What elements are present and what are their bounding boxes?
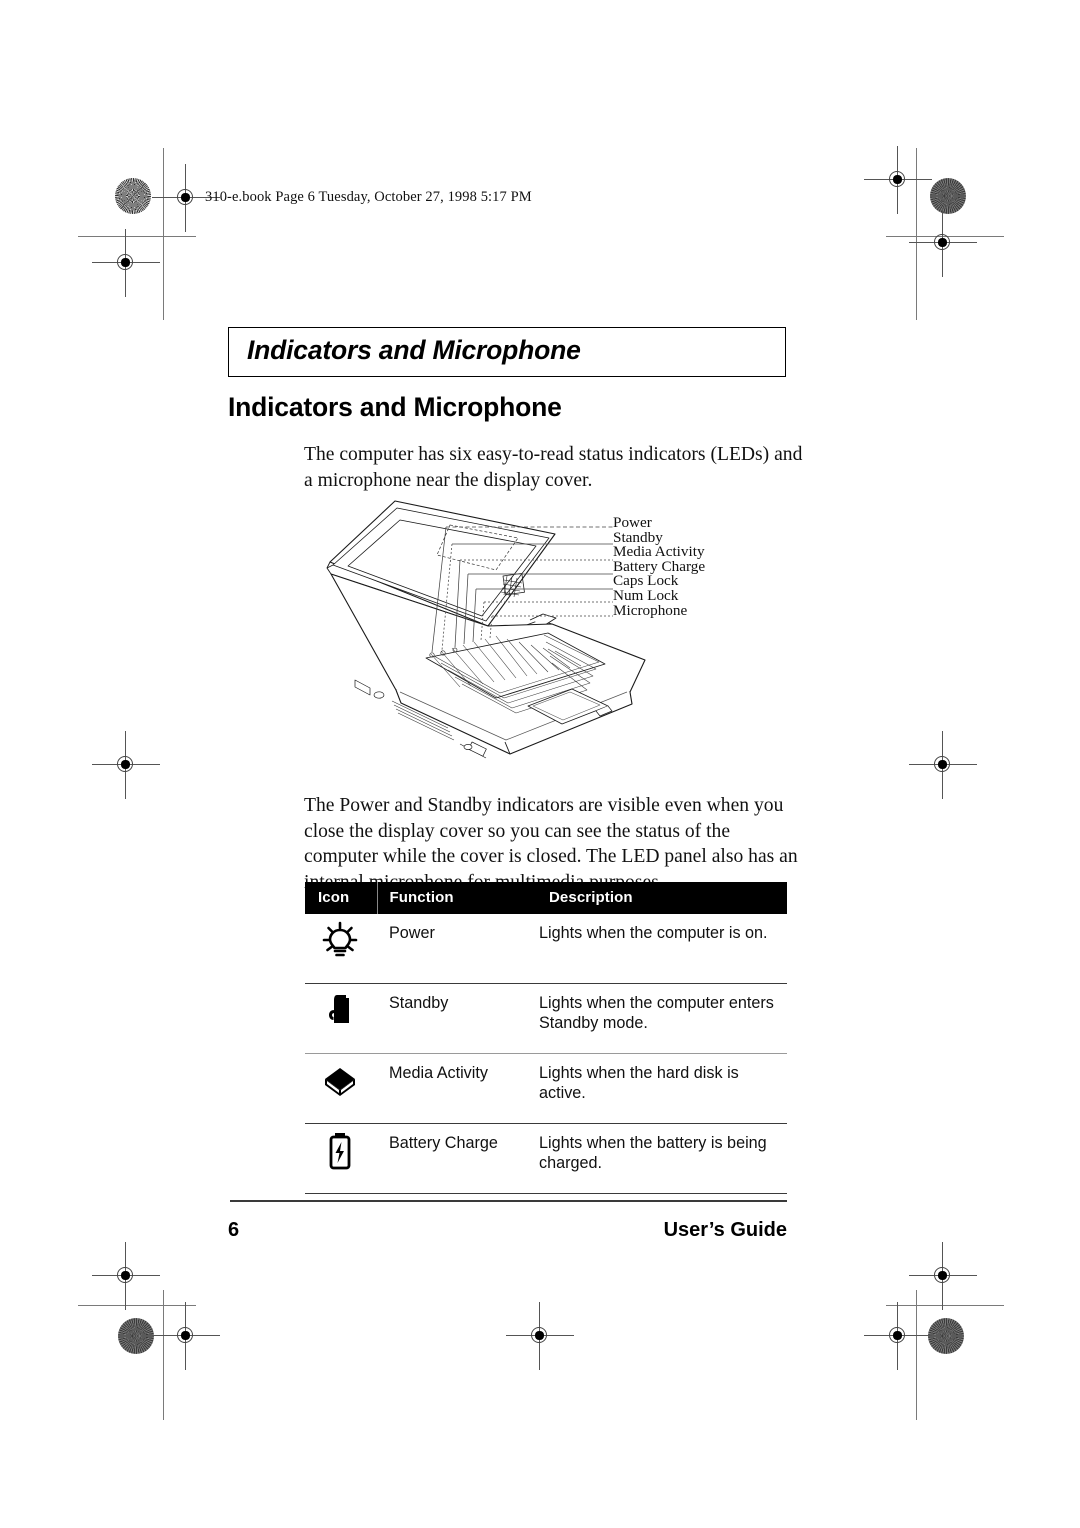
table-header-icon: Icon: [305, 882, 377, 914]
footer-divider: [230, 1200, 787, 1202]
table-row: Battery Charge Lights when the battery i…: [305, 1123, 787, 1194]
table-row: Standby Lights when the computer enters …: [305, 983, 787, 1054]
lightbulb-icon: [320, 920, 360, 962]
indicators-table: Icon Function Description Power Lights w…: [305, 882, 787, 1194]
description-cell: Lights when the computer enters Standby …: [537, 983, 787, 1054]
table-header-description: Description: [537, 882, 787, 914]
table-row: Power Lights when the computer is on.: [305, 914, 787, 984]
media-disk-icon: [320, 1060, 360, 1102]
function-cell: Media Activity: [377, 1053, 537, 1124]
icon-cell: [305, 983, 377, 1054]
table-row: Media Activity Lights when the hard disk…: [305, 1053, 787, 1124]
function-cell: Standby: [377, 983, 537, 1054]
icon-cell: [305, 914, 377, 984]
running-header-box: Indicators and Microphone: [228, 327, 786, 377]
callout-microphone: Microphone: [613, 601, 688, 619]
description-cell: Lights when the computer is on.: [537, 914, 787, 984]
icon-cell: [305, 1053, 377, 1124]
function-cell: Battery Charge: [377, 1123, 537, 1194]
function-cell: Power: [377, 914, 537, 984]
figure-callout-list: Power Standby Media Activity Battery Cha…: [613, 515, 793, 619]
running-header-text: Indicators and Microphone: [247, 335, 581, 365]
page-number: 6: [228, 1219, 240, 1241]
intro-paragraph: The computer has six easy-to-read status…: [304, 444, 803, 491]
battery-charge-icon: [320, 1130, 360, 1172]
guide-label: User’s Guide: [663, 1219, 787, 1241]
description-cell: Lights when the battery is being charged…: [537, 1123, 787, 1194]
icon-cell: [305, 1123, 377, 1194]
standby-moon-icon: [320, 990, 360, 1032]
description-cell: Lights when the hard disk is active.: [537, 1053, 787, 1124]
visibility-paragraph: The Power and Standby indicators are vis…: [304, 795, 798, 893]
table-header-row: Icon Function Description: [305, 882, 787, 914]
document-page: Indicators and Microphone Indicators and…: [0, 0, 1080, 1528]
table-header-function: Function: [376, 882, 537, 914]
page-title: Indicators and Microphone: [228, 392, 562, 422]
